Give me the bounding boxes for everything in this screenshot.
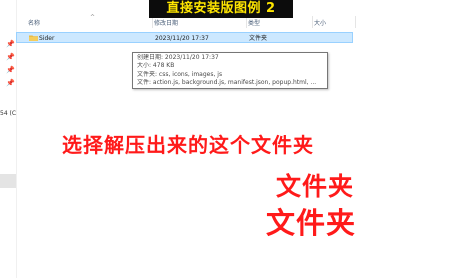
- drive-label[interactable]: 54 (C: [0, 110, 16, 117]
- pin-icon[interactable]: 📌: [6, 40, 15, 48]
- pin-icon[interactable]: 📌: [6, 66, 15, 74]
- tooltip-files: 文件: action.js, background.js, manifest.j…: [137, 78, 317, 86]
- file-modified: 2023/11/20 17:37: [155, 35, 209, 42]
- file-row-sider[interactable]: Sider 2023/11/20 17:37 文件夹: [16, 32, 353, 43]
- tooltip-size: 大小: 478 KB: [137, 62, 175, 70]
- column-header-name[interactable]: 名称: [28, 18, 40, 27]
- navigation-pane: 📌 📌 📌 📌 54 (C: [0, 0, 17, 278]
- column-header-size[interactable]: 大小: [314, 18, 326, 27]
- tooltip-folders: 文件夹: css, icons, images, js: [137, 70, 223, 78]
- file-name: Sider: [39, 35, 55, 42]
- tutorial-title-banner: 直接安装版图例 2: [149, 0, 293, 18]
- annotation-folder-large: 文件夹: [266, 206, 357, 240]
- annotation-instruction: 选择解压出来的这个文件夹: [62, 133, 314, 157]
- column-divider[interactable]: [355, 16, 356, 28]
- tooltip-created: 创建日期: 2023/11/20 17:37: [137, 54, 219, 61]
- column-header-modified[interactable]: 修改日期: [154, 18, 178, 27]
- annotation-folder: 文件夹: [276, 172, 355, 201]
- pin-icon[interactable]: 📌: [6, 79, 15, 87]
- pin-icon[interactable]: 📌: [6, 53, 15, 61]
- sort-indicator-icon: ^: [90, 14, 96, 21]
- folder-info-tooltip: 创建日期: 2023/11/20 17:37 大小: 478 KB 文件夹: c…: [132, 52, 328, 89]
- nav-item-selected[interactable]: [0, 174, 16, 188]
- folder-icon: [29, 35, 38, 41]
- column-header-type[interactable]: 类型: [248, 18, 260, 27]
- file-type: 文件夹: [249, 35, 268, 42]
- column-divider[interactable]: [312, 16, 313, 28]
